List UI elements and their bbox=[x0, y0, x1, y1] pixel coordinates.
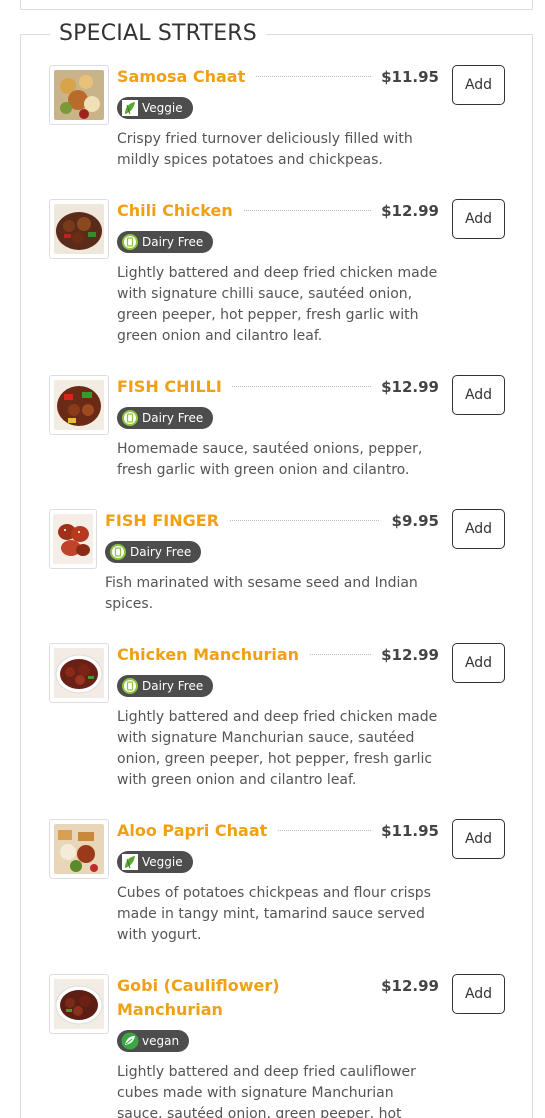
badge-label: Dairy Free bbox=[142, 411, 204, 425]
item-thumbnail[interactable] bbox=[49, 643, 109, 703]
item-thumbnail[interactable] bbox=[49, 509, 97, 569]
add-button[interactable]: Add bbox=[452, 974, 505, 1014]
item-name: FISH FINGER bbox=[105, 509, 230, 533]
diet-badge: Veggie bbox=[117, 97, 193, 119]
item-body: Chili Chicken $12.99 Dairy Free Lightly … bbox=[117, 199, 439, 347]
diet-badge: Dairy Free bbox=[117, 407, 214, 429]
item-body: Chicken Manchurian $12.99 Dairy Free Lig… bbox=[117, 643, 439, 791]
badge-label: vegan bbox=[142, 1034, 180, 1048]
item-name: Aloo Papri Chaat bbox=[117, 819, 278, 843]
item-name: Chicken Manchurian bbox=[117, 643, 310, 667]
fish-chilli-image bbox=[54, 380, 104, 430]
section-title: SPECIAL STRTERS bbox=[50, 19, 266, 49]
fish-finger-image bbox=[53, 514, 93, 564]
badge-label: Dairy Free bbox=[130, 545, 192, 559]
item-description: Lightly battered and deep fried cauliflo… bbox=[117, 1064, 416, 1118]
item-thumbnail[interactable] bbox=[49, 199, 109, 259]
menu-section-special-starters: SPECIAL STRTERS Samosa Chaat $11.95 Vegg… bbox=[20, 19, 533, 1118]
chili-chicken-image bbox=[54, 204, 104, 254]
item-description: Lightly battered and deep fried chicken … bbox=[117, 709, 438, 788]
add-button[interactable]: Add bbox=[452, 65, 505, 105]
chicken-manchurian-image bbox=[54, 648, 104, 698]
previous-section-card bbox=[20, 0, 533, 10]
item-description: Fish marinated with sesame seed and Indi… bbox=[105, 575, 418, 612]
leaf-icon bbox=[121, 99, 139, 117]
item-thumbnail[interactable] bbox=[49, 375, 109, 435]
add-button[interactable]: Add bbox=[452, 819, 505, 859]
diet-badge: Dairy Free bbox=[117, 675, 214, 697]
item-name: Chili Chicken bbox=[117, 199, 243, 223]
item-description: Crispy fried turnover deliciously filled… bbox=[117, 131, 413, 168]
gobi-manchurian-image bbox=[54, 979, 104, 1029]
badge-label: Veggie bbox=[142, 101, 183, 115]
item-name: Gobi (Cauliflower) Manchurian bbox=[117, 974, 307, 1022]
item-body: Samosa Chaat $11.95 Veggie Crispy fried … bbox=[117, 65, 439, 171]
diet-badge: Dairy Free bbox=[105, 541, 202, 563]
item-body: FISH CHILLI $12.99 Dairy Free Homemade s… bbox=[117, 375, 439, 481]
diet-badge: Dairy Free bbox=[117, 231, 214, 253]
leaf-icon bbox=[121, 853, 139, 871]
dairy-free-icon bbox=[121, 677, 139, 695]
item-body: FISH FINGER $9.95 Dairy Free Fish marina… bbox=[105, 509, 439, 615]
add-button[interactable]: Add bbox=[452, 199, 505, 239]
add-button[interactable]: Add bbox=[452, 509, 505, 549]
item-price: $12.99 bbox=[371, 375, 439, 399]
item-body: Aloo Papri Chaat $11.95 Veggie Cubes of … bbox=[117, 819, 439, 946]
item-price: $11.95 bbox=[371, 819, 439, 843]
diet-badge: vegan bbox=[117, 1030, 190, 1052]
vegan-leaf-icon bbox=[121, 1032, 139, 1050]
badge-label: Dairy Free bbox=[142, 679, 204, 693]
dairy-free-icon bbox=[109, 543, 127, 561]
samosa-chaat-image bbox=[54, 70, 104, 120]
item-price: $12.99 bbox=[371, 199, 439, 223]
badge-label: Veggie bbox=[142, 855, 183, 869]
aloo-papri-chaat-image bbox=[54, 824, 104, 874]
item-thumbnail[interactable] bbox=[49, 819, 109, 879]
item-price: $9.95 bbox=[381, 509, 439, 533]
item-description: Homemade sauce, sautéed onions, pepper, … bbox=[117, 441, 423, 478]
item-price: $12.99 bbox=[371, 974, 439, 998]
item-thumbnail[interactable] bbox=[49, 65, 109, 125]
item-name: FISH CHILLI bbox=[117, 375, 232, 399]
item-price: $12.99 bbox=[371, 643, 439, 667]
item-description: Cubes of potatoes chickpeas and flour cr… bbox=[117, 885, 431, 943]
dairy-free-icon bbox=[121, 409, 139, 427]
badge-label: Dairy Free bbox=[142, 235, 204, 249]
item-name: Samosa Chaat bbox=[117, 65, 256, 89]
item-description: Lightly battered and deep fried chicken … bbox=[117, 265, 438, 344]
diet-badge: Veggie bbox=[117, 851, 193, 873]
item-price: $11.95 bbox=[371, 65, 439, 89]
add-button[interactable]: Add bbox=[452, 375, 505, 415]
item-thumbnail[interactable] bbox=[49, 974, 109, 1034]
dairy-free-icon bbox=[121, 233, 139, 251]
add-button[interactable]: Add bbox=[452, 643, 505, 683]
item-body: Gobi (Cauliflower) Manchurian $12.99 veg… bbox=[117, 974, 439, 1118]
